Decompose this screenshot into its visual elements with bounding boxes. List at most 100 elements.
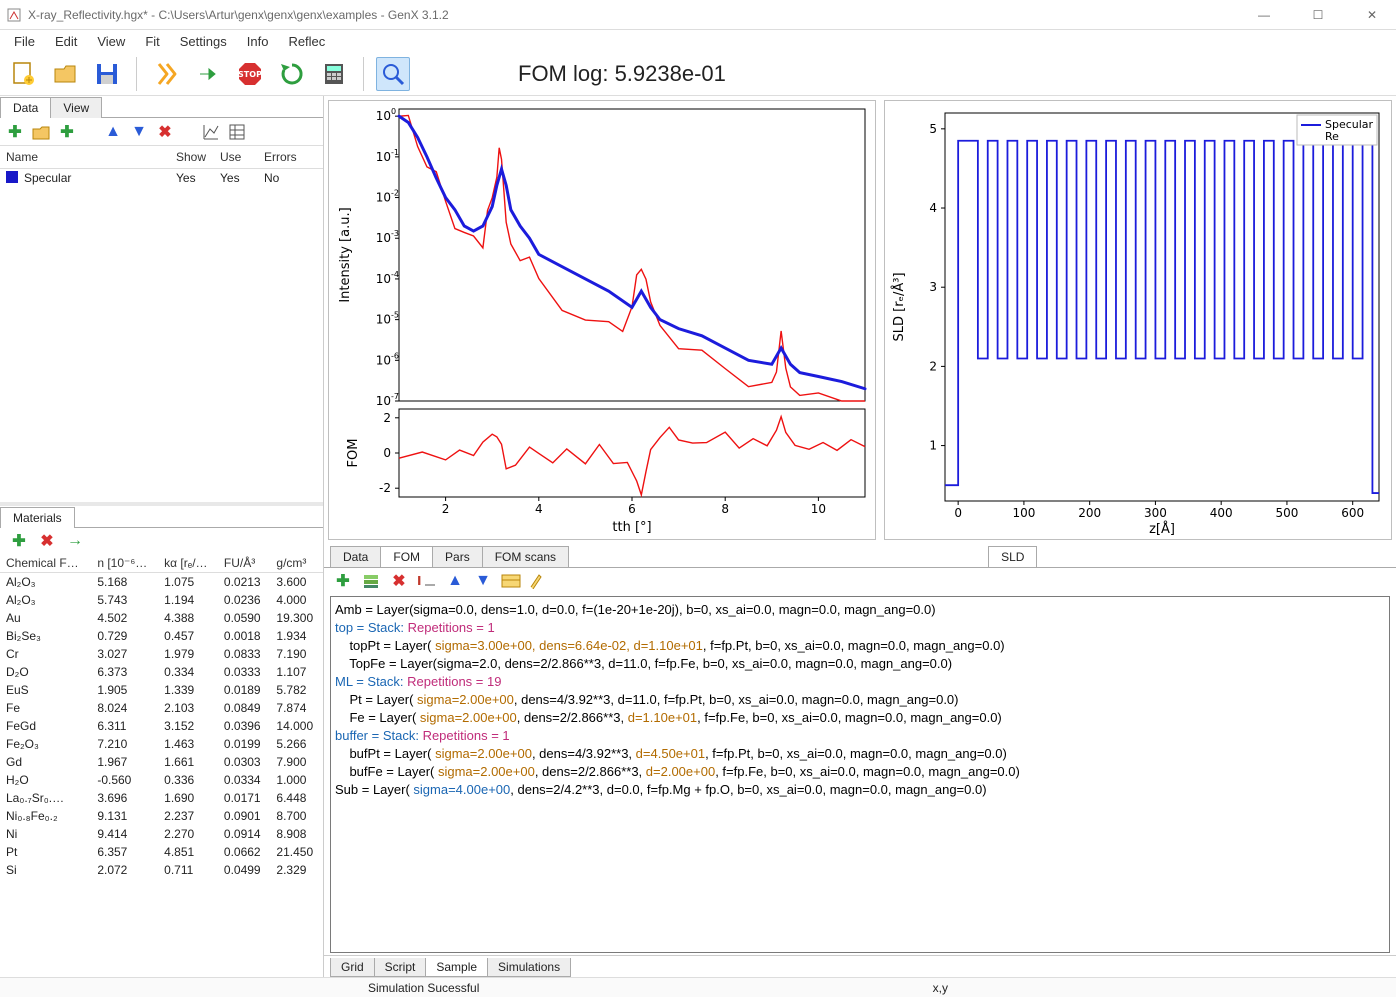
mid-tab-fom[interactable]: FOM <box>380 546 433 567</box>
maximize-button[interactable]: ☐ <box>1300 8 1336 22</box>
add-stack-icon[interactable] <box>360 570 382 592</box>
plot-settings-icon[interactable] <box>200 121 222 143</box>
svg-text:8: 8 <box>721 502 729 516</box>
svg-text:600: 600 <box>1341 506 1364 520</box>
col-use: Use <box>220 150 264 164</box>
tab-view[interactable]: View <box>50 97 102 118</box>
material-row[interactable]: Cr3.0271.9790.08337.190 <box>0 645 323 663</box>
material-row[interactable]: EuS1.9051.3390.01895.782 <box>0 681 323 699</box>
svg-text:1: 1 <box>929 439 937 453</box>
mid-tab-sld[interactable]: SLD <box>988 546 1037 567</box>
svg-text:10: 10 <box>376 394 391 408</box>
delete-layer-icon[interactable]: ✖ <box>388 570 410 592</box>
minimize-button[interactable]: — <box>1246 8 1282 22</box>
add-material-icon[interactable]: ✚ <box>8 530 30 552</box>
col-name: Name <box>6 150 176 164</box>
material-row[interactable]: Gd1.9671.6610.03037.900 <box>0 753 323 771</box>
calculator-icon[interactable] <box>317 57 351 91</box>
dataset-color-swatch <box>6 171 18 183</box>
menu-reflec[interactable]: Reflec <box>278 32 335 51</box>
apply-material-icon[interactable]: → <box>64 530 86 552</box>
sld-plot[interactable]: 010020030040050060012345z[Å]SLD [rₑ/Å³]S… <box>884 100 1392 540</box>
svg-text:-6: -6 <box>391 351 399 360</box>
tab-materials[interactable]: Materials <box>0 507 75 528</box>
table-settings-icon[interactable] <box>226 121 248 143</box>
material-row[interactable]: FeGd6.3113.1520.039614.000 <box>0 717 323 735</box>
svg-text:2: 2 <box>442 502 450 516</box>
svg-text:200: 200 <box>1078 506 1101 520</box>
menu-fit[interactable]: Fit <box>135 32 169 51</box>
svg-text:10: 10 <box>376 150 391 164</box>
dataset-show: Yes <box>176 171 220 185</box>
material-row[interactable]: D₂O6.3730.3340.03331.107 <box>0 663 323 681</box>
delete-material-icon[interactable]: ✖ <box>36 530 58 552</box>
move-down-icon[interactable]: ▼ <box>128 121 150 143</box>
bottom-tab-grid[interactable]: Grid <box>330 958 375 977</box>
close-button[interactable]: ✕ <box>1354 8 1390 22</box>
add-dataset-icon[interactable]: ✚ <box>4 121 26 143</box>
sample-params-icon[interactable] <box>500 570 522 592</box>
material-row[interactable]: Si2.0720.7110.04992.329 <box>0 861 323 879</box>
bottom-tab-simulations[interactable]: Simulations <box>487 958 571 977</box>
sample-definition[interactable]: Amb = Layer(sigma=0.0, dens=1.0, d=0.0, … <box>330 596 1390 953</box>
svg-text:0: 0 <box>954 506 962 520</box>
open-file-icon[interactable] <box>48 57 82 91</box>
dataset-errors: No <box>264 171 308 185</box>
material-row[interactable]: H₂O-0.5600.3360.03341.000 <box>0 771 323 789</box>
material-row[interactable]: Al₂O₃5.1681.0750.02133.600 <box>0 573 323 592</box>
svg-text:-5: -5 <box>391 311 399 320</box>
main-toolbar: STOP FOM log: 5.9238e-01 <box>0 52 1396 96</box>
reload-icon[interactable] <box>275 57 309 91</box>
mid-tab-fomscans[interactable]: FOM scans <box>482 546 569 567</box>
material-row[interactable]: La₀.₇Sr₀.…3.6961.6900.01716.448 <box>0 789 323 807</box>
delete-dataset-icon[interactable]: ✖ <box>154 121 176 143</box>
bottom-tab-script[interactable]: Script <box>374 958 427 977</box>
menu-info[interactable]: Info <box>237 32 279 51</box>
material-row[interactable]: Bi₂Se₃0.7290.4570.00181.934 <box>0 627 323 645</box>
move-up-icon[interactable]: ▲ <box>102 121 124 143</box>
svg-text:4: 4 <box>535 502 543 516</box>
menu-file[interactable]: File <box>4 32 45 51</box>
zoom-icon[interactable] <box>376 57 410 91</box>
dataset-header: Name Show Use Errors <box>0 146 323 169</box>
material-row[interactable]: Al₂O₃5.7431.1940.02364.000 <box>0 591 323 609</box>
import-dataset-icon[interactable] <box>30 121 52 143</box>
add-green-icon[interactable]: ✚ <box>56 121 78 143</box>
svg-text:STOP: STOP <box>238 70 262 79</box>
layer-down-icon[interactable]: ▼ <box>472 570 494 592</box>
data-view-tabstrip: Data View <box>0 96 323 118</box>
material-row[interactable]: Ni9.4142.2700.09148.908 <box>0 825 323 843</box>
bottom-tab-sample[interactable]: Sample <box>425 958 488 977</box>
window-title: X-ray_Reflectivity.hgx* - C:\Users\Artur… <box>28 8 1246 22</box>
material-row[interactable]: Au4.5024.3880.059019.300 <box>0 609 323 627</box>
material-row[interactable]: Fe8.0242.1030.08497.874 <box>0 699 323 717</box>
mid-tab-pars[interactable]: Pars <box>432 546 483 567</box>
dataset-name: Specular <box>24 171 176 185</box>
svg-text:500: 500 <box>1275 506 1298 520</box>
add-layer-icon[interactable]: ✚ <box>332 570 354 592</box>
dataset-row[interactable]: Specular Yes Yes No <box>0 169 323 187</box>
intensity-fom-plot[interactable]: 10-710-610-510-410-310-210-1100-20224681… <box>328 100 876 540</box>
svg-text:100: 100 <box>1012 506 1035 520</box>
materials-table[interactable]: Chemical F…n [10⁻⁶…kα [rₑ/…FU/Å³g/cm³Al₂… <box>0 554 323 977</box>
menu-settings[interactable]: Settings <box>170 32 237 51</box>
stop-fit-icon[interactable]: STOP <box>233 57 267 91</box>
menu-edit[interactable]: Edit <box>45 32 87 51</box>
tab-data[interactable]: Data <box>0 97 51 118</box>
svg-text:-7: -7 <box>391 392 399 401</box>
layer-up-icon[interactable]: ▲ <box>444 570 466 592</box>
rename-icon[interactable]: I <box>416 570 438 592</box>
save-file-icon[interactable] <box>90 57 124 91</box>
new-file-icon[interactable] <box>6 57 40 91</box>
material-row[interactable]: Pt6.3574.8510.066221.450 <box>0 843 323 861</box>
svg-text:-2: -2 <box>379 481 391 495</box>
svg-text:-3: -3 <box>391 229 399 238</box>
material-row[interactable]: Ni₀.₈Fe₀.₂9.1312.2370.09018.700 <box>0 807 323 825</box>
instrument-icon[interactable] <box>528 570 550 592</box>
mid-tab-data[interactable]: Data <box>330 546 381 567</box>
run-simulation-icon[interactable] <box>149 57 183 91</box>
material-row[interactable]: Fe₂O₃7.2101.4630.01995.266 <box>0 735 323 753</box>
menu-view[interactable]: View <box>87 32 135 51</box>
start-fit-icon[interactable] <box>191 57 225 91</box>
materials-toolbar: ✚ ✖ → <box>0 528 323 554</box>
